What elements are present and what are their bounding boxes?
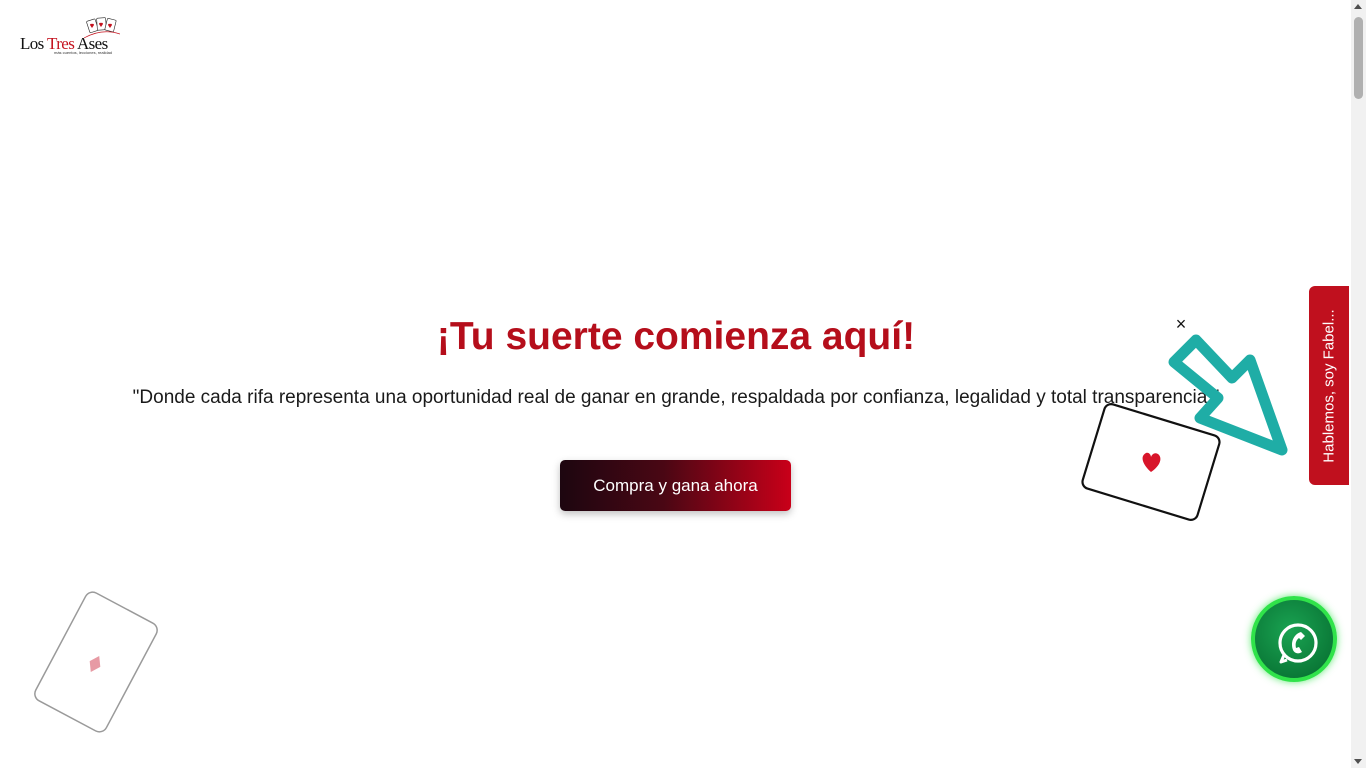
- side-tab-label: Hablemos, soy Fabel...: [1320, 308, 1338, 463]
- buy-and-win-button[interactable]: Compra y gana ahora: [560, 460, 791, 511]
- hero-title: ¡Tu suerte comienza aquí!: [436, 315, 916, 358]
- logo-tagline: más cuentos, lecciones, realidad: [54, 50, 113, 55]
- decorative-diamond-card: [34, 591, 158, 733]
- scroll-down-arrow-icon[interactable]: [1354, 759, 1362, 764]
- page-scrollbar[interactable]: [1351, 0, 1366, 768]
- whatsapp-phone-icon: [1278, 623, 1318, 664]
- scroll-up-arrow-icon[interactable]: [1354, 4, 1362, 9]
- whatsapp-chat-button[interactable]: [1251, 596, 1337, 682]
- site-logo[interactable]: Los Tres Ases más cuentos, lecciones, re…: [18, 16, 120, 58]
- popup-close-button[interactable]: ×: [1170, 313, 1192, 335]
- popup-heart-card: [1081, 403, 1221, 521]
- chat-side-tab[interactable]: Hablemos, soy Fabel...: [1309, 286, 1349, 485]
- scrollbar-thumb[interactable]: [1354, 17, 1363, 99]
